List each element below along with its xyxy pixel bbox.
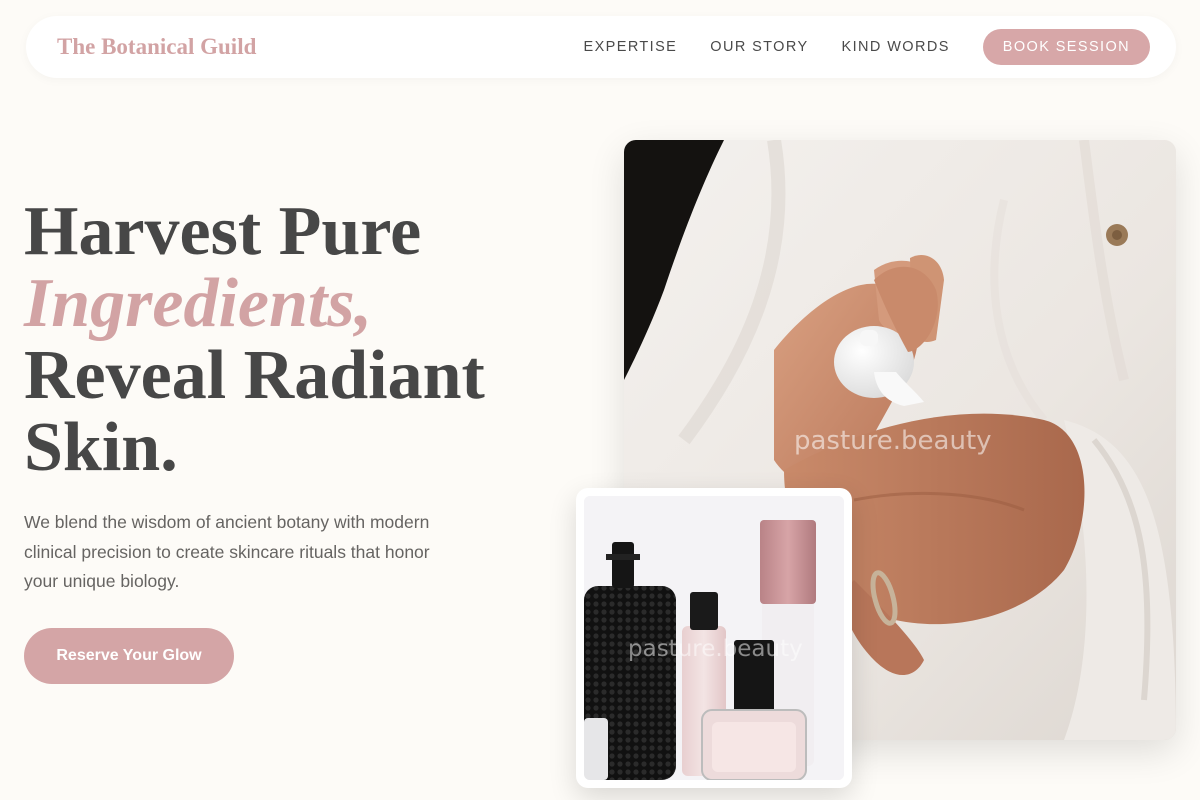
headline-line-4: Skin. bbox=[24, 409, 178, 486]
top-navbar: The Botanical Guild EXPERTISE OUR STORY … bbox=[26, 16, 1176, 78]
hero-description: We blend the wisdom of ancient botany wi… bbox=[24, 512, 430, 591]
reserve-glow-button[interactable]: Reserve Your Glow bbox=[24, 628, 234, 684]
hero-headline: Harvest Pure Ingredients, Reveal Radiant… bbox=[24, 196, 485, 484]
headline-line-3: Reveal Radiant bbox=[24, 337, 485, 414]
card-image-watermark: pasture.beauty bbox=[628, 636, 803, 662]
headline-line-1: Harvest Pure bbox=[24, 193, 422, 270]
brand-logo[interactable]: The Botanical Guild bbox=[57, 34, 256, 60]
nav-links: EXPERTISE OUR STORY KIND WORDS BOOK SESS… bbox=[584, 29, 1150, 65]
nav-link-kind-words[interactable]: KIND WORDS bbox=[842, 39, 950, 55]
perfume-bottles-photo: pasture.beauty bbox=[584, 496, 844, 780]
book-session-button[interactable]: BOOK SESSION bbox=[982, 29, 1150, 65]
nav-link-expertise[interactable]: EXPERTISE bbox=[584, 39, 678, 55]
product-card-image: pasture.beauty bbox=[576, 488, 852, 788]
image-watermark: pasture.beauty bbox=[794, 426, 992, 456]
nav-link-our-story[interactable]: OUR STORY bbox=[710, 39, 808, 55]
headline-accent-line: Ingredients, bbox=[24, 265, 373, 342]
